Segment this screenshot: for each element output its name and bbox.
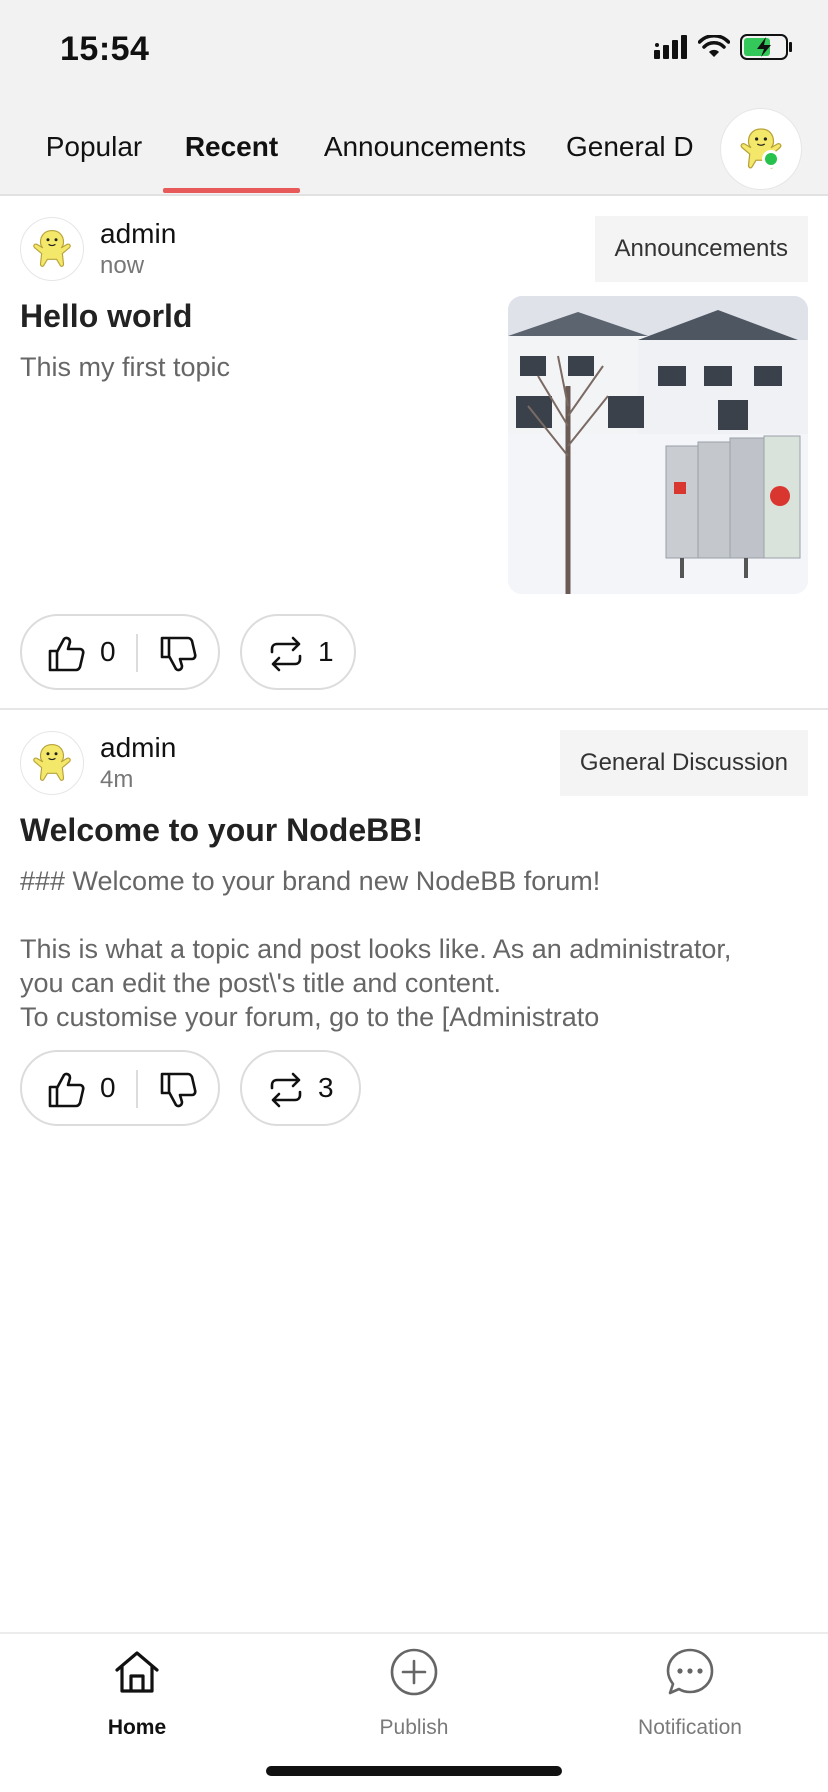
vote-control: 0 bbox=[20, 1050, 220, 1126]
thumbs-up-icon[interactable] bbox=[46, 1070, 86, 1110]
thumbs-down-icon[interactable] bbox=[158, 1070, 198, 1110]
tab-general-discussion[interactable]: General D bbox=[566, 100, 706, 194]
post-time: 4m bbox=[100, 766, 134, 793]
vote-separator bbox=[136, 1070, 138, 1108]
repost-button[interactable]: 1 bbox=[240, 614, 356, 690]
thumbs-up-icon[interactable] bbox=[46, 634, 86, 674]
tab-popular[interactable]: Popular bbox=[44, 100, 144, 194]
repost-button[interactable]: 3 bbox=[240, 1050, 361, 1126]
excerpt-line: ### Welcome to your brand new NodeBB for… bbox=[20, 866, 601, 896]
top-bar: 15:54 Popular Recent Announcements Gener… bbox=[0, 0, 828, 196]
repost-count: 1 bbox=[318, 636, 334, 667]
post-time: now bbox=[100, 252, 145, 279]
chat-bubble-icon bbox=[666, 1648, 714, 1695]
topic-excerpt: ### Welcome to your brand new NodeBB for… bbox=[20, 864, 731, 1034]
vote-control: 0 bbox=[20, 614, 220, 690]
tab-announcements[interactable]: Announcements bbox=[318, 100, 532, 194]
excerpt-line: This is what a topic and post looks like… bbox=[20, 934, 732, 964]
status-icons bbox=[654, 34, 794, 60]
author-name[interactable]: admin bbox=[100, 218, 176, 250]
upvote-count: 0 bbox=[100, 636, 116, 667]
battery-charging-icon bbox=[740, 34, 792, 60]
tab-recent[interactable]: Recent bbox=[163, 100, 300, 194]
cellular-signal-icon bbox=[654, 35, 687, 59]
topic-card[interactable]: admin now Announcements Hello world This… bbox=[0, 198, 828, 710]
mascot-avatar-icon bbox=[29, 740, 75, 786]
thumbs-down-icon[interactable] bbox=[158, 634, 198, 674]
author-avatar[interactable] bbox=[20, 731, 84, 795]
snowy-houses-image bbox=[508, 296, 808, 594]
wifi-icon bbox=[698, 35, 730, 57]
excerpt-line: you can edit the post\'s title and conte… bbox=[20, 968, 501, 998]
nav-home[interactable]: Home bbox=[47, 1646, 227, 1746]
plus-circle-icon bbox=[390, 1648, 438, 1696]
repost-count: 3 bbox=[318, 1072, 334, 1103]
author-avatar[interactable] bbox=[20, 217, 84, 281]
upvote-count: 0 bbox=[100, 1072, 116, 1103]
nav-home-label: Home bbox=[107, 1716, 167, 1739]
topic-title[interactable]: Hello world bbox=[20, 298, 192, 335]
home-icon bbox=[115, 1651, 159, 1693]
nav-publish-label: Publish bbox=[379, 1716, 449, 1739]
status-time: 15:54 bbox=[60, 30, 150, 68]
category-tabs: Popular Recent Announcements General D bbox=[0, 100, 720, 196]
topic-image[interactable] bbox=[508, 296, 808, 594]
topic-card[interactable]: admin 4m General Discussion Welcome to y… bbox=[0, 712, 828, 1132]
category-badge[interactable]: General Discussion bbox=[559, 730, 808, 796]
topic-excerpt: This my first topic bbox=[20, 350, 230, 384]
user-avatar[interactable] bbox=[720, 108, 802, 190]
repost-icon bbox=[270, 636, 302, 672]
vote-separator bbox=[136, 634, 138, 672]
active-tab-indicator bbox=[163, 188, 300, 193]
topic-title[interactable]: Welcome to your NodeBB! bbox=[20, 812, 423, 849]
author-name[interactable]: admin bbox=[100, 732, 176, 764]
nav-publish[interactable]: Publish bbox=[324, 1646, 504, 1746]
excerpt-line: To customise your forum, go to the [Admi… bbox=[20, 1002, 600, 1032]
repost-icon bbox=[270, 1072, 302, 1108]
category-badge[interactable]: Announcements bbox=[594, 216, 808, 282]
mascot-avatar-icon bbox=[736, 124, 786, 174]
online-status-dot bbox=[762, 150, 780, 168]
home-indicator bbox=[266, 1766, 562, 1776]
nav-notification[interactable]: Notification bbox=[600, 1646, 780, 1746]
excerpt-line bbox=[20, 898, 731, 932]
excerpt-line: This my first topic bbox=[20, 352, 231, 382]
mascot-avatar-icon bbox=[29, 226, 75, 272]
nav-notification-label: Notification bbox=[638, 1716, 742, 1739]
